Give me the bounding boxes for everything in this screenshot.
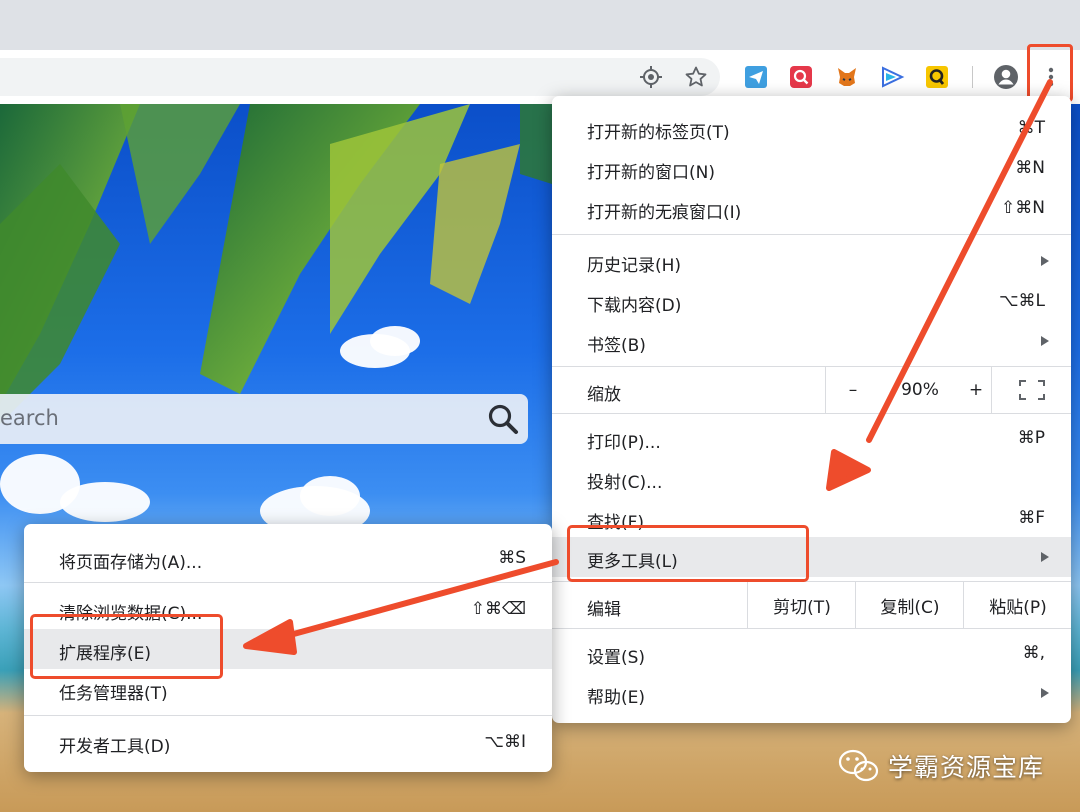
menu-new-tab[interactable]: 打开新的标签页(T) ⌘T [552, 108, 1071, 148]
kebab-annotation-box [1027, 44, 1073, 102]
menu-separator [24, 582, 552, 583]
menu-shortcut: ⇧⌘⌫ [470, 599, 526, 619]
menu-label: 投射(C)... [587, 473, 663, 493]
menu-settings[interactable]: 设置(S) ⌘, [552, 633, 1071, 673]
extensions-annotation-box [30, 614, 223, 679]
menu-separator [552, 628, 1071, 629]
menu-label: 将页面存储为(A)... [59, 553, 203, 573]
zoom-minus-label: – [848, 380, 858, 400]
copy-button[interactable]: 复制(C) [855, 582, 964, 628]
zoom-plus-label: + [968, 380, 984, 400]
menu-new-window[interactable]: 打开新的窗口(N) ⌘N [552, 148, 1071, 188]
wechat-icon [838, 749, 879, 782]
paste-label: 粘贴(P) [989, 597, 1047, 618]
submenu-arrow-icon [1041, 256, 1049, 266]
zoom-level: 90% [879, 367, 961, 413]
menu-shortcut: ⌘, [1022, 643, 1045, 663]
toolbar-divider [972, 66, 973, 88]
menu-history[interactable]: 历史记录(H) [552, 241, 1071, 281]
menu-separator [24, 715, 552, 716]
menu-label: 历史记录(H) [587, 256, 682, 276]
address-bar[interactable] [0, 58, 720, 96]
search-placeholder: earch [0, 406, 59, 430]
location-icon[interactable] [637, 63, 665, 91]
cut-label: 剪切(T) [773, 597, 831, 618]
bookmark-star-icon[interactable] [682, 63, 710, 91]
menu-label: 设置(S) [587, 648, 646, 668]
menu-shortcut: ⌘N [1015, 158, 1045, 178]
search-icon[interactable] [486, 402, 520, 436]
chrome-main-menu: 打开新的标签页(T) ⌘T 打开新的窗口(N) ⌘N 打开新的无痕窗口(I) ⇧… [552, 96, 1071, 723]
search-box[interactable]: earch [0, 394, 528, 444]
watermark-text: 学霸资源宝库 [888, 753, 1045, 782]
profile-avatar-icon[interactable] [992, 63, 1020, 91]
zoom-in-button[interactable]: + [961, 367, 991, 413]
menu-label: 开发者工具(D) [59, 737, 171, 757]
copy-label: 复制(C) [880, 597, 940, 618]
fullscreen-icon [1019, 380, 1045, 400]
zoom-label: 缩放 [587, 385, 621, 405]
menu-label: 帮助(E) [587, 688, 646, 708]
submenu-save-page[interactable]: 将页面存储为(A)... ⌘S [24, 538, 552, 578]
menu-downloads[interactable]: 下载内容(D) ⌥⌘L [552, 281, 1071, 321]
menu-separator [552, 234, 1071, 235]
edit-label: 编辑 [587, 600, 621, 620]
menu-label: 打开新的标签页(T) [587, 123, 730, 143]
menu-label: 书签(B) [587, 336, 646, 356]
send-extension-icon[interactable] [742, 63, 770, 91]
menu-label: 打开新的窗口(N) [587, 163, 715, 183]
menu-label: 打开新的无痕窗口(I) [587, 203, 742, 223]
menu-label: 任务管理器(T) [59, 684, 168, 704]
fullscreen-button[interactable] [991, 367, 1072, 413]
menu-shortcut: ⌘T [1017, 118, 1045, 138]
menu-print[interactable]: 打印(P)... ⌘P [552, 418, 1071, 458]
submenu-arrow-icon [1041, 336, 1049, 346]
tab-strip [0, 0, 1080, 50]
more-tools-annotation-box [567, 525, 809, 582]
menu-edit-row: 编辑 剪切(T) 复制(C) 粘贴(P) [552, 582, 1071, 628]
menu-zoom-row: 缩放 – 90% + [552, 367, 1071, 413]
menu-bookmarks[interactable]: 书签(B) [552, 321, 1071, 361]
zoom-out-button[interactable]: – [825, 367, 880, 413]
search-extension-icon[interactable] [787, 63, 815, 91]
submenu-arrow-icon [1041, 552, 1049, 562]
menu-shortcut: ⌘P [1017, 428, 1045, 448]
submenu-arrow-icon [1041, 688, 1049, 698]
menu-new-incognito-window[interactable]: 打开新的无痕窗口(I) ⇧⌘N [552, 188, 1071, 228]
cut-button[interactable]: 剪切(T) [747, 582, 856, 628]
zoom-value: 90% [901, 380, 939, 400]
q-extension-icon[interactable] [923, 63, 951, 91]
menu-shortcut: ⌘F [1018, 508, 1045, 528]
paste-button[interactable]: 粘贴(P) [963, 582, 1072, 628]
menu-help[interactable]: 帮助(E) [552, 673, 1071, 713]
menu-cast[interactable]: 投射(C)... [552, 458, 1071, 498]
watermark: 学霸资源宝库 [838, 744, 1044, 788]
menu-label: 下载内容(D) [587, 296, 682, 316]
menu-separator [552, 413, 1071, 414]
menu-label: 打印(P)... [587, 433, 661, 453]
menu-shortcut: ⌘S [498, 548, 526, 568]
menu-shortcut: ⇧⌘N [1001, 198, 1045, 218]
submenu-developer-tools[interactable]: 开发者工具(D) ⌥⌘I [24, 722, 552, 762]
menu-shortcut: ⌥⌘L [998, 291, 1045, 311]
menu-shortcut: ⌥⌘I [484, 732, 526, 752]
fox-extension-icon[interactable] [833, 63, 861, 91]
play-extension-icon[interactable] [878, 63, 906, 91]
